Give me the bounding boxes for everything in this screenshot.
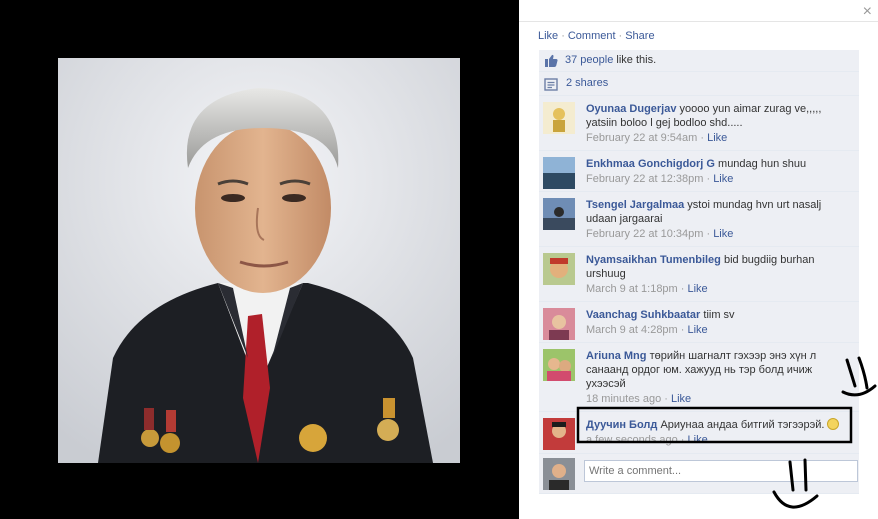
comment-author[interactable]: Enkhmaa Gonchigdorj G	[586, 158, 715, 170]
avatar-image	[543, 102, 575, 134]
avatar	[543, 458, 575, 490]
comment-item: Enkhmaa Gonchigdorj G mundag hun shuu Fe…	[539, 151, 859, 192]
avatar[interactable]	[543, 349, 575, 381]
comment-like-link[interactable]: Like	[671, 393, 691, 405]
avatar-image	[543, 308, 575, 340]
likes-summary: 37 people like this.	[539, 50, 859, 72]
shares-summary: 2 shares	[539, 72, 859, 96]
write-comment-row	[539, 454, 859, 494]
smiley-emoticon-icon	[827, 418, 840, 430]
comment-author[interactable]: Tsengel Jargalmaa	[586, 199, 684, 211]
comment-like-link[interactable]: Like	[688, 283, 708, 295]
feedback-panel: 37 people like this. 2 shares Oyunaa Dug…	[539, 50, 859, 494]
comment-item: Nyamsaikhan Tumenbileg bid bugdiig burha…	[539, 247, 859, 302]
avatar-image	[543, 349, 575, 381]
avatar-image	[543, 157, 575, 189]
portrait-illustration	[58, 58, 460, 463]
comment-like-link[interactable]: Like	[713, 173, 733, 185]
separator-dot: ·	[618, 30, 623, 42]
avatar[interactable]	[543, 418, 575, 450]
avatar-image	[543, 418, 575, 450]
separator-dot: ·	[561, 30, 565, 42]
close-icon[interactable]: ×	[863, 4, 872, 20]
portrait-photo[interactable]	[58, 58, 460, 463]
likes-text: like this.	[613, 54, 657, 66]
comment-like-link[interactable]: Like	[688, 324, 708, 336]
comment-link[interactable]: Comment	[568, 30, 616, 42]
avatar-image	[543, 253, 575, 285]
comment-like-link[interactable]: Like	[713, 228, 733, 240]
comment-author[interactable]: Vaanchag Suhkbaatar	[586, 309, 700, 321]
comment-like-link[interactable]: Like	[688, 434, 708, 446]
photo-side-panel: × Like · Comment · Share 37 people like this…	[519, 0, 878, 519]
comment-author[interactable]: Дуучин Болд	[586, 419, 657, 431]
share-icon	[544, 78, 558, 91]
comment-text: tiim sv	[703, 309, 735, 321]
comment-item: Ariuna Mng төрийн шагналт гэхээр энэ хүн…	[539, 343, 859, 412]
likes-count-link[interactable]: 37 people	[565, 54, 613, 66]
avatar-image	[543, 198, 575, 230]
comment-text: Ариунаа андаа битгий тэгээрэй.	[660, 419, 825, 431]
comment-item: Дуучин Болд Ариунаа андаа битгий тэгээрэ…	[539, 412, 859, 454]
avatar[interactable]	[543, 157, 575, 189]
comment-timestamp[interactable]: a few seconds ago	[586, 434, 678, 446]
comment-item: Vaanchag Suhkbaatar tiim sv March 9 at 4…	[539, 302, 859, 343]
comment-author[interactable]: Nyamsaikhan Tumenbileg	[586, 254, 721, 266]
comment-timestamp[interactable]: February 22 at 10:34pm	[586, 228, 703, 240]
comment-text: mundag hun shuu	[718, 158, 807, 170]
photo-viewer-stage	[0, 0, 519, 519]
comment-timestamp[interactable]: March 9 at 4:28pm	[586, 324, 678, 336]
comment-input[interactable]	[584, 460, 858, 482]
comment-like-link[interactable]: Like	[707, 132, 727, 144]
share-link[interactable]: Share	[625, 30, 654, 42]
comment-author[interactable]: Oyunaa Dugerjav	[586, 103, 676, 115]
comment-item: Tsengel Jargalmaa ystoi mundag hvn urt n…	[539, 192, 859, 247]
avatar[interactable]	[543, 102, 575, 134]
action-links: Like · Comment · Share	[538, 30, 655, 42]
thumbs-up-icon	[545, 54, 558, 67]
like-link[interactable]: Like	[538, 30, 558, 42]
comment-item: Oyunaa Dugerjav yoooo yun aimar zurag ve…	[539, 96, 859, 151]
comment-timestamp[interactable]: 18 minutes ago	[586, 393, 661, 405]
comment-timestamp[interactable]: February 22 at 12:38pm	[586, 173, 703, 185]
comment-timestamp[interactable]: March 9 at 1:18pm	[586, 283, 678, 295]
avatar[interactable]	[543, 198, 575, 230]
shares-count-link[interactable]: 2 shares	[566, 77, 608, 89]
comment-author[interactable]: Ariuna Mng	[586, 350, 647, 362]
avatar[interactable]	[543, 253, 575, 285]
avatar[interactable]	[543, 308, 575, 340]
header-divider	[519, 21, 878, 22]
avatar-image	[543, 458, 575, 490]
comment-timestamp[interactable]: February 22 at 9:54am	[586, 132, 697, 144]
